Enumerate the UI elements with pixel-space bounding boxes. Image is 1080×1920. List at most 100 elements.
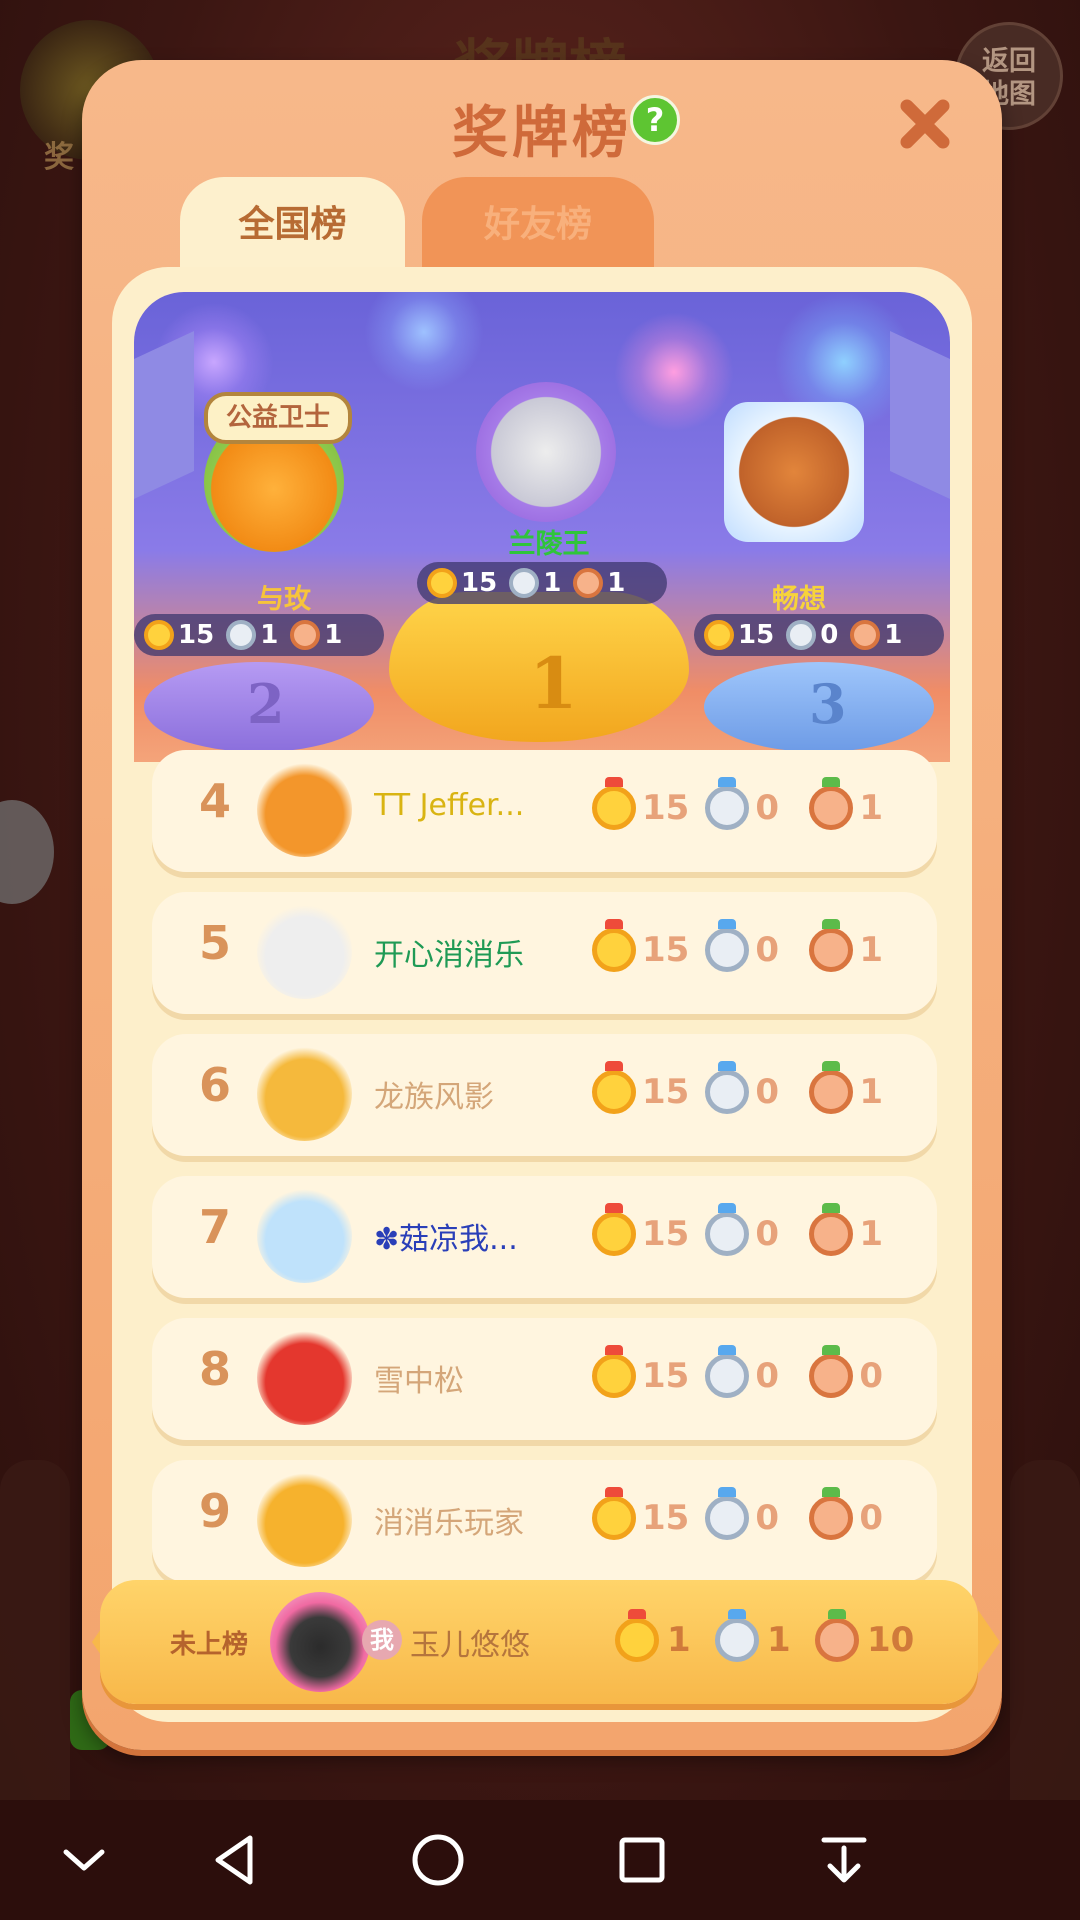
bronze-count: 1 <box>859 788 883 828</box>
row-avatar[interactable] <box>257 1046 352 1141</box>
row-name: ✽菇凉我... <box>374 1222 518 1257</box>
row-name: 龙族风影 <box>374 1080 494 1115</box>
podium-rank-3: 3 <box>809 672 847 736</box>
background-puzzle-icon <box>0 800 54 904</box>
row-avatar[interactable] <box>257 1330 352 1425</box>
gold-medal-icon <box>592 1345 636 1398</box>
silver-count: 1 <box>543 568 562 598</box>
silver-medal-icon <box>705 777 750 830</box>
back-triangle-icon[interactable] <box>204 1828 268 1892</box>
tab-national[interactable]: 全国榜 <box>180 177 405 273</box>
avatar-rank-1[interactable] <box>476 382 616 522</box>
bronze-count: 10 <box>867 1620 915 1660</box>
system-navbar <box>0 1800 1080 1920</box>
page: 奖牌榜 奖 返回 地图 奖牌榜 ? 全国榜 好友榜 2 1 3 公益卫士 与玫 <box>0 0 1080 1920</box>
podium-rank-2: 2 <box>247 672 285 736</box>
row-avatar[interactable] <box>257 904 352 999</box>
leaderboard-row[interactable]: 4 TT Jeffer... 15 0 1 <box>152 750 937 872</box>
bronze-count: 1 <box>324 620 343 650</box>
stage-roof-left <box>134 331 194 513</box>
silver-medal-icon <box>705 919 750 972</box>
leaderboard-row[interactable]: 8 雪中松 15 0 0 <box>152 1318 937 1440</box>
silver-medal-icon <box>705 1203 750 1256</box>
background-pillar-left <box>0 1460 70 1820</box>
medal-pill-rank-1: 15 1 1 <box>417 562 667 604</box>
leaderboard-row[interactable]: 9 消消乐玩家 15 0 0 <box>152 1460 937 1582</box>
bronze-medal-icon <box>809 1345 854 1398</box>
row-rank: 9 <box>198 1484 231 1538</box>
bronze-count: 1 <box>859 1072 883 1112</box>
download-icon[interactable] <box>812 1828 876 1892</box>
bronze-count: 0 <box>859 1356 883 1396</box>
gold-medal-icon <box>592 1487 636 1540</box>
silver-count: 0 <box>755 1214 779 1254</box>
bronze-count: 0 <box>859 1498 883 1538</box>
gold-count: 15 <box>178 620 215 650</box>
row-avatar[interactable] <box>257 762 352 857</box>
row-rank: 6 <box>198 1058 231 1112</box>
row-name: 雪中松 <box>374 1364 464 1399</box>
self-avatar[interactable] <box>270 1592 370 1692</box>
chevron-down-icon[interactable] <box>52 1828 116 1892</box>
silver-count: 0 <box>755 1498 779 1538</box>
row-name: 开心消消乐 <box>374 938 524 973</box>
gold-medal-icon <box>704 620 734 650</box>
background-pillar-right <box>1010 1460 1080 1820</box>
bronze-medal-icon <box>809 919 854 972</box>
silver-count: 0 <box>755 1072 779 1112</box>
bronze-medal-icon <box>809 1487 854 1540</box>
gold-medal-icon <box>592 1061 636 1114</box>
silver-medal-icon <box>705 1487 750 1540</box>
gold-medal-icon <box>615 1609 659 1662</box>
row-medals: 15 0 0 <box>592 1487 913 1540</box>
panel-title: 奖牌榜 <box>452 101 632 166</box>
row-medals: 15 0 1 <box>592 1203 913 1256</box>
background-left-label: 奖 <box>44 140 74 175</box>
self-rank-label: 未上榜 <box>170 1630 249 1660</box>
bronze-count: 1 <box>859 1214 883 1254</box>
row-medals: 15 0 1 <box>592 777 913 830</box>
gold-medal-icon <box>592 777 636 830</box>
me-badge: 我 <box>362 1620 402 1660</box>
avatar-rank-3[interactable] <box>724 402 864 542</box>
podium-rank-1: 1 <box>529 642 578 725</box>
bronze-medal-icon <box>573 568 604 598</box>
gold-medal-icon <box>427 568 457 598</box>
stage-roof-right <box>890 331 950 513</box>
self-row[interactable]: 未上榜 我 玉儿悠悠 1 1 10 <box>100 1580 978 1704</box>
close-icon[interactable] <box>895 94 955 154</box>
home-circle-icon[interactable] <box>406 1828 470 1892</box>
gold-count: 15 <box>642 788 690 828</box>
bronze-medal-icon <box>809 1203 854 1256</box>
row-avatar[interactable] <box>257 1188 352 1283</box>
gold-count: 15 <box>738 620 775 650</box>
row-avatar[interactable] <box>257 1472 352 1567</box>
bronze-medal-icon <box>815 1609 859 1662</box>
self-medals: 1 1 10 <box>615 1609 932 1662</box>
firework-decoration <box>614 312 734 432</box>
silver-count: 0 <box>755 1356 779 1396</box>
gold-count: 15 <box>642 1072 690 1112</box>
bronze-medal-icon <box>809 1061 854 1114</box>
silver-count: 0 <box>820 620 839 650</box>
tab-friends[interactable]: 好友榜 <box>422 177 654 273</box>
leaderboard-row[interactable]: 7 ✽菇凉我... 15 0 1 <box>152 1176 937 1298</box>
row-rank: 7 <box>198 1200 231 1254</box>
podium-name-1: 兰陵王 <box>508 529 590 560</box>
leaderboard-row[interactable]: 6 龙族风影 15 0 1 <box>152 1034 937 1156</box>
row-medals: 15 0 1 <box>592 1061 913 1114</box>
silver-medal-icon <box>786 620 817 650</box>
row-medals: 15 0 1 <box>592 919 913 972</box>
silver-medal-icon <box>226 620 257 650</box>
bronze-count: 1 <box>607 568 626 598</box>
bronze-medal-icon <box>850 620 881 650</box>
silver-medal-icon <box>509 568 540 598</box>
firework-decoration <box>364 292 484 392</box>
row-rank: 8 <box>198 1342 231 1396</box>
leaderboard-row[interactable]: 5 开心消消乐 15 0 1 <box>152 892 937 1014</box>
medal-pill-rank-2: 15 1 1 <box>134 614 384 656</box>
silver-count: 1 <box>767 1620 791 1660</box>
recents-square-icon[interactable] <box>610 1828 674 1892</box>
gold-count: 15 <box>461 568 498 598</box>
help-icon[interactable]: ? <box>630 95 680 145</box>
